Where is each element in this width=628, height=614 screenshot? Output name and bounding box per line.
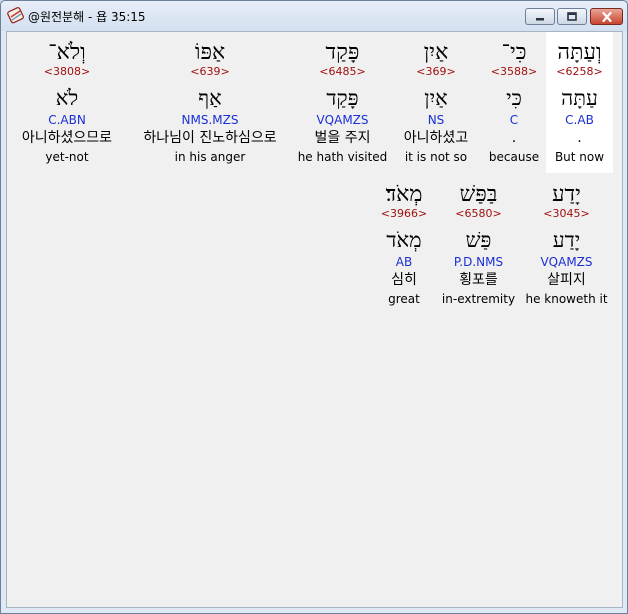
strong-number: <3588> — [490, 65, 538, 78]
hebrew-lemma: יָדַע — [552, 228, 581, 252]
hebrew-lemma: אַיִן — [424, 86, 448, 110]
word-block[interactable]: יָדַע <3045> יָדַע VQAMZS 살피지 he knoweth it — [520, 174, 613, 315]
strong-number: <6580> — [455, 207, 502, 220]
english-gloss: in-extremity — [441, 292, 516, 306]
title-bar[interactable]: @원전분해 - 욥 35:15 — [1, 1, 627, 31]
strong-number: <6258> — [556, 65, 603, 78]
hebrew-word: מְאֹד׃ — [385, 182, 423, 207]
word-block[interactable]: בַּפַּשׁ <6580> פַּשׁ P.D.NMS 횡포를 in-extremit… — [439, 174, 518, 315]
morphology-code: AB — [395, 255, 413, 269]
window-title: @원전분해 - 욥 35:15 — [28, 10, 146, 24]
hebrew-word: כִּי־ — [501, 40, 527, 65]
strong-number: <369> — [416, 65, 456, 78]
strong-number: <6485> — [319, 65, 366, 78]
korean-gloss: 아니하셨고 — [403, 130, 469, 146]
hebrew-lemma: אַף — [198, 86, 222, 110]
close-icon — [591, 9, 622, 24]
hebrew-lemma: מְאֹד — [386, 228, 422, 252]
english-gloss: But now — [554, 150, 605, 164]
word-block[interactable]: כִּי־ <3588> כִּי C. because — [483, 32, 545, 173]
korean-gloss: 횡포를 — [459, 272, 498, 288]
english-gloss: yet-not — [45, 150, 89, 164]
morphology-code: VQAMZS — [540, 255, 593, 269]
english-gloss: because — [488, 150, 540, 164]
morphology-code: NS — [427, 113, 445, 127]
morphology-code: C — [509, 113, 519, 127]
window-bottom-edge — [6, 608, 623, 612]
strong-number: <3045> — [543, 207, 590, 220]
morphology-code: P.D.NMS — [453, 255, 504, 269]
maximize-button[interactable] — [557, 8, 587, 25]
hebrew-lemma: כִּי — [506, 86, 522, 110]
hebrew-lemma: פַּשׁ — [465, 228, 492, 252]
english-gloss: in his anger — [174, 150, 246, 164]
english-gloss: it is not so — [404, 150, 468, 164]
word-block[interactable]: אַיִן <369> אַיִן NS 아니하셨고 it is not so — [391, 32, 481, 173]
english-gloss: he hath visited — [297, 150, 388, 164]
strong-number: <3966> — [380, 207, 428, 220]
hebrew-lemma: עַתָּה — [561, 86, 598, 110]
strong-number: <639> — [190, 65, 230, 78]
minimize-button[interactable] — [525, 8, 555, 25]
hebrew-word: וְעַתָּה — [557, 40, 602, 65]
korean-gloss: 아니하셨으므로 — [21, 130, 113, 146]
english-gloss: he knoweth it — [525, 292, 608, 306]
morphology-code: C.ABN — [48, 113, 86, 127]
word-block[interactable]: וְלֹא־ <3808> לֹא C.ABN 아니하셨으므로 yet-not — [10, 32, 124, 173]
korean-gloss: 살피지 — [547, 272, 586, 288]
close-button[interactable] — [590, 8, 623, 25]
morphology-code: VQAMZS — [316, 113, 369, 127]
word-block[interactable]: מְאֹד׃ <3966> מְאֹד AB 심히 great — [376, 174, 432, 315]
hebrew-word: אַפּוֹ — [194, 40, 226, 65]
word-block[interactable]: פָּקַד <6485> פָּקַד VQAMZS 벌을 주지 he hath vis… — [296, 32, 389, 173]
minimize-icon — [526, 9, 554, 24]
hebrew-word: וְלֹא־ — [48, 40, 86, 65]
hebrew-word: יָדַע — [552, 182, 581, 207]
hebrew-word: פָּקַד — [325, 40, 360, 65]
word-block[interactable]: אַפּוֹ <639> אַף NMS.MZS 하나님이 진노하심으로 in his a… — [127, 32, 293, 173]
morphology-code: C.AB — [565, 113, 594, 127]
korean-gloss: 하나님이 진노하심으로 — [143, 130, 277, 146]
strong-number: <3808> — [43, 65, 91, 78]
maximize-icon — [558, 9, 586, 24]
english-gloss: great — [388, 292, 420, 306]
analysis-panel: וְעַתָּה <6258> עַתָּה C.AB. But now כִּי־ <35… — [6, 31, 623, 608]
hebrew-lemma: לֹא — [55, 86, 79, 110]
morphology-code: NMS.MZS — [181, 113, 239, 127]
korean-gloss: 심히 — [391, 272, 417, 288]
app-scroll-icon[interactable] — [7, 6, 25, 24]
word-block[interactable]: וְעַתָּה <6258> עַתָּה C.AB. But now — [546, 32, 613, 173]
hebrew-word: בַּפַּשׁ — [459, 182, 498, 207]
korean-gloss: . — [511, 130, 517, 146]
korean-gloss: . — [577, 130, 582, 146]
hebrew-word: אַיִן — [423, 40, 449, 65]
app-window: @원전분해 - 욥 35:15 וְעַתָּה <6258> עַתָּה C.AB… — [0, 0, 628, 614]
korean-gloss: 벌을 주지 — [314, 130, 371, 146]
hebrew-lemma: פָּקַד — [326, 86, 359, 110]
